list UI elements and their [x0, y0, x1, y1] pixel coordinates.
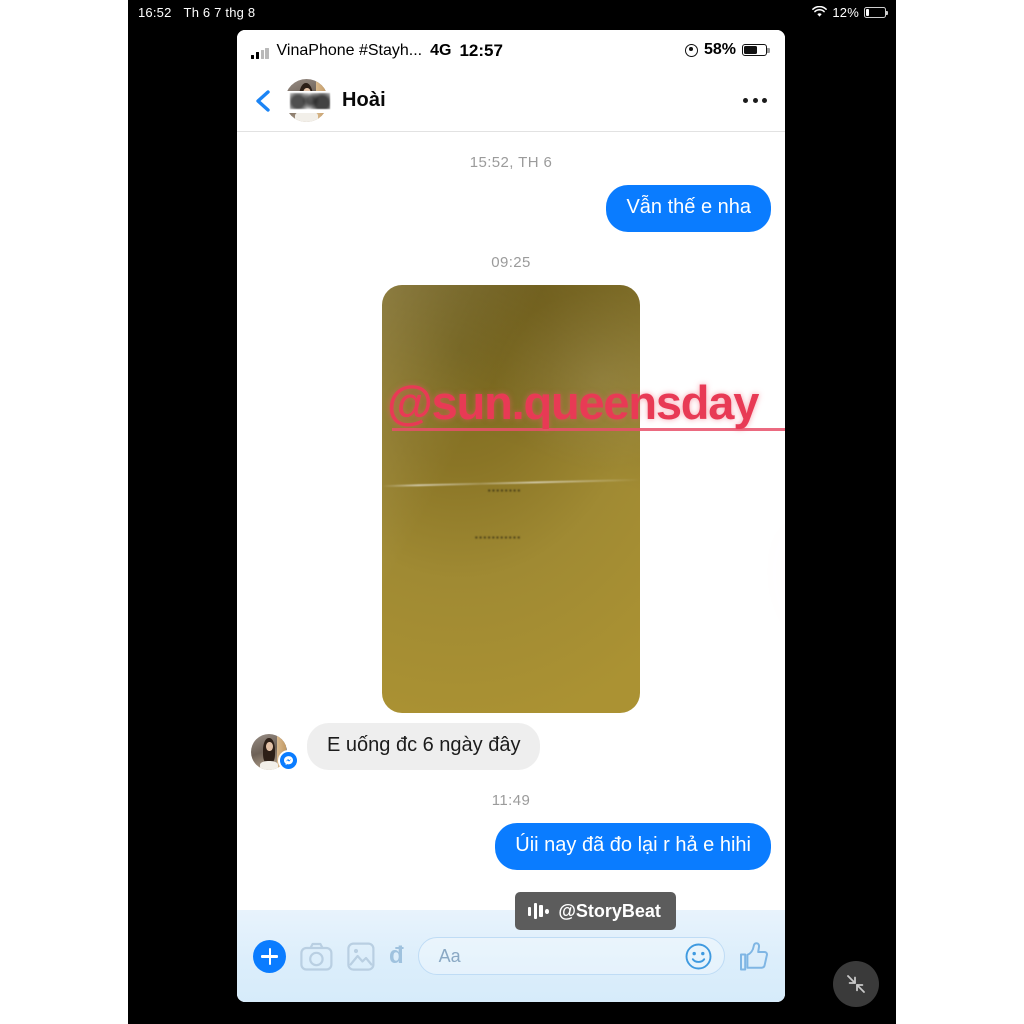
os-battery-percent: 12%	[832, 4, 859, 20]
emoji-smiley-icon[interactable]	[685, 943, 712, 970]
back-chevron-icon[interactable]	[251, 88, 277, 114]
contact-name-label[interactable]: Hoài	[284, 89, 386, 113]
message-composer: đ Aa	[237, 910, 785, 1002]
os-status-bar: 16:52 Th 6 7 thg 8 12%	[128, 0, 896, 24]
os-clock: 16:52	[138, 4, 172, 20]
phone-status-bar: VinaPhone #Stayh... 4G 12:57 58%	[237, 30, 785, 70]
sender-avatar-wrap	[251, 734, 299, 771]
message-bubble-outgoing[interactable]: Úii nay đã đo lại r hả e hihi	[495, 823, 771, 870]
conversation-thread[interactable]: 15:52, TH 6 Vẫn thế e nha 09:25 ▪▪▪▪▪▪▪▪…	[237, 132, 785, 910]
photo-illegible-text: ▪▪▪▪▪▪▪▪	[487, 486, 522, 496]
shrink-collapse-icon[interactable]	[833, 961, 879, 1007]
os-status-left: 16:52 Th 6 7 thg 8	[138, 5, 255, 20]
messenger-badge-icon	[278, 750, 299, 771]
redacted-name-smudge	[290, 93, 330, 109]
watermark-underline	[392, 428, 785, 431]
photo-texture	[382, 285, 640, 713]
message-input-field[interactable]: Aa	[417, 937, 725, 975]
message-row-outgoing: Vẫn thế e nha	[251, 185, 771, 232]
message-bubble-incoming[interactable]: E uống đc 6 ngày đây	[307, 723, 541, 770]
phone-status-right: 58%	[684, 41, 770, 59]
signal-bars-icon	[251, 47, 269, 59]
os-date: Th 6 7 thg 8	[183, 4, 256, 20]
dong-currency-icon[interactable]: đ	[389, 944, 404, 968]
more-options-icon[interactable]	[743, 98, 767, 103]
messenger-screenshot-panel: VinaPhone #Stayh... 4G 12:57 58% Hoài 15…	[237, 30, 785, 1002]
phone-clock: 12:57	[459, 40, 503, 60]
os-battery-icon	[864, 6, 889, 18]
os-status-right: 12%	[812, 4, 889, 20]
chat-header: Hoài	[237, 70, 785, 132]
message-input-placeholder: Aa	[438, 945, 461, 966]
message-bubble-outgoing[interactable]: Vẫn thế e nha	[606, 185, 771, 232]
wifi-icon	[812, 6, 828, 18]
carrier-label: VinaPhone #Stayh...	[276, 41, 423, 59]
photo-illegible-text: ▪▪▪▪▪▪▪▪▪▪▪	[474, 533, 522, 543]
gallery-image-icon[interactable]	[347, 942, 375, 971]
message-timestamp: 11:49	[491, 792, 531, 809]
camera-icon[interactable]	[300, 942, 333, 971]
message-timestamp: 09:25	[491, 254, 531, 271]
message-row-incoming: E uống đc 6 ngày đây	[251, 723, 771, 771]
phone-battery-percent: 58%	[703, 41, 736, 58]
message-timestamp: 15:52, TH 6	[469, 154, 553, 171]
phone-battery-icon	[742, 44, 770, 56]
photo-attachment[interactable]: ▪▪▪▪▪▪▪▪ ▪▪▪▪▪▪▪▪▪▪▪	[382, 285, 640, 713]
location-services-icon	[684, 43, 698, 57]
message-row-photo: ▪▪▪▪▪▪▪▪ ▪▪▪▪▪▪▪▪▪▪▪	[251, 285, 771, 713]
thumbs-up-icon[interactable]	[739, 941, 769, 972]
phone-status-left: VinaPhone #Stayh... 4G 12:57	[251, 42, 503, 59]
contact-name-text: Hoài	[342, 89, 386, 111]
message-row-outgoing: Úii nay đã đo lại r hả e hihi	[251, 823, 771, 870]
add-plus-icon[interactable]	[253, 939, 286, 973]
screenshot-root: 16:52 Th 6 7 thg 8 12% VinaPhone #Stayh.…	[0, 0, 1024, 1024]
network-type-label: 4G	[430, 41, 452, 59]
